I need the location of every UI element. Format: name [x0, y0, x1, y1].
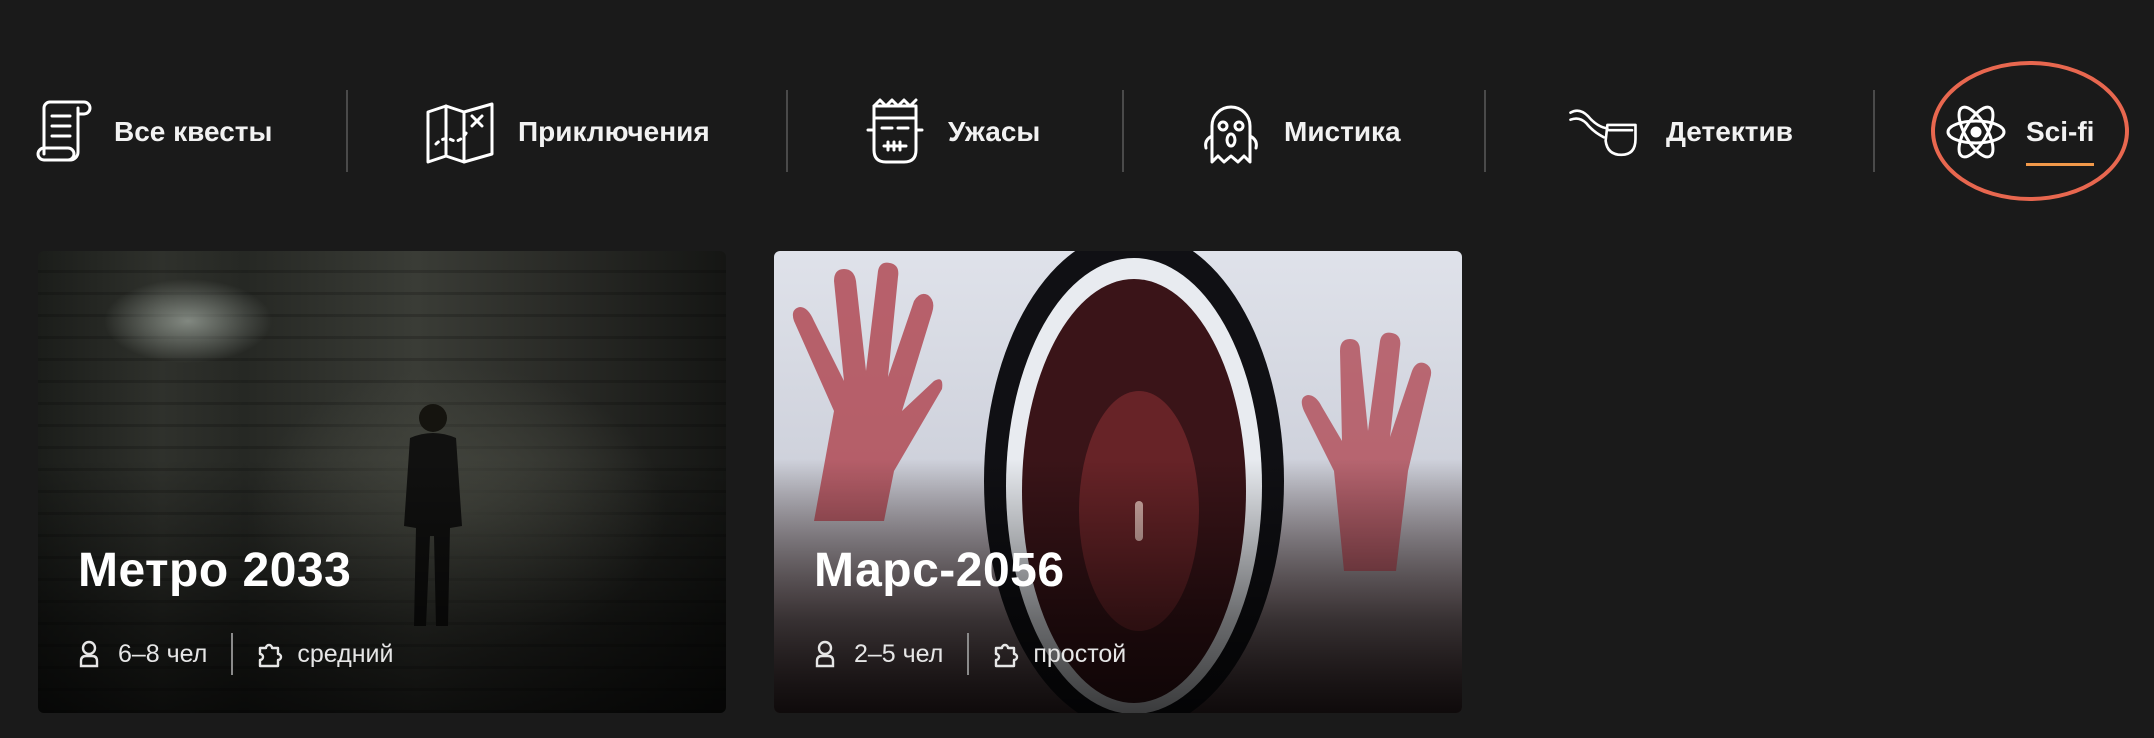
- tab-all-quests-label: Все квесты: [114, 116, 273, 147]
- tab-horror[interactable]: Ужасы: [864, 82, 1040, 182]
- tab-adventures[interactable]: Приключения: [424, 82, 710, 182]
- tab-mystic[interactable]: Мистика: [1200, 82, 1401, 182]
- tab-mystic-label: Мистика: [1284, 116, 1401, 147]
- tab-detective[interactable]: Детектив: [1562, 82, 1793, 182]
- quest-difficulty: средний: [257, 640, 393, 669]
- tab-divider: [1484, 90, 1486, 172]
- atom-icon: [1946, 96, 2006, 168]
- ghost-icon: [1200, 96, 1262, 168]
- puzzle-icon: [257, 640, 283, 668]
- tab-scifi-label: Sci-fi: [2026, 116, 2095, 166]
- quest-difficulty: простой: [993, 640, 1126, 669]
- tab-adventures-label: Приключения: [518, 116, 710, 147]
- tab-divider: [1122, 90, 1124, 172]
- genre-tabs: Все квесты Приключения Ужасы Мистика Дет…: [0, 82, 2154, 182]
- quest-people-count: 6–8 чел: [78, 640, 207, 669]
- quest-card-title: Метро 2033: [78, 544, 352, 597]
- map-icon: [424, 96, 496, 168]
- meta-divider: [967, 633, 970, 675]
- tab-scifi[interactable]: Sci-fi: [1946, 82, 2095, 182]
- tab-divider: [786, 90, 788, 172]
- quest-card-metro-2033[interactable]: Метро 2033 6–8 чел средний: [38, 251, 726, 713]
- pipe-icon: [1562, 96, 1644, 168]
- quest-people-count: 2–5 чел: [814, 640, 943, 669]
- quest-difficulty-text: средний: [297, 639, 394, 668]
- quest-card-meta: 2–5 чел простой: [814, 633, 1126, 675]
- meta-divider: [231, 633, 234, 675]
- tab-divider: [346, 90, 348, 172]
- frankenstein-icon: [864, 96, 926, 168]
- quest-difficulty-text: простой: [1033, 639, 1127, 668]
- puzzle-icon: [993, 640, 1019, 668]
- quest-card-mars-2056[interactable]: Марс-2056 2–5 чел простой: [774, 251, 1462, 713]
- tab-detective-label: Детектив: [1666, 116, 1793, 147]
- quest-card-meta: 6–8 чел средний: [78, 633, 393, 675]
- tab-all-quests[interactable]: Все квесты: [36, 82, 273, 182]
- quest-card-title: Марс-2056: [814, 544, 1065, 597]
- scroll-icon: [36, 96, 92, 168]
- quest-people-text: 6–8 чел: [118, 639, 208, 668]
- tab-horror-label: Ужасы: [948, 116, 1041, 147]
- quest-people-text: 2–5 чел: [854, 639, 944, 668]
- person-icon: [814, 640, 840, 668]
- tab-divider: [1873, 90, 1875, 172]
- quests-page: Все квесты Приключения Ужасы Мистика Дет…: [0, 0, 2154, 738]
- person-icon: [78, 640, 104, 668]
